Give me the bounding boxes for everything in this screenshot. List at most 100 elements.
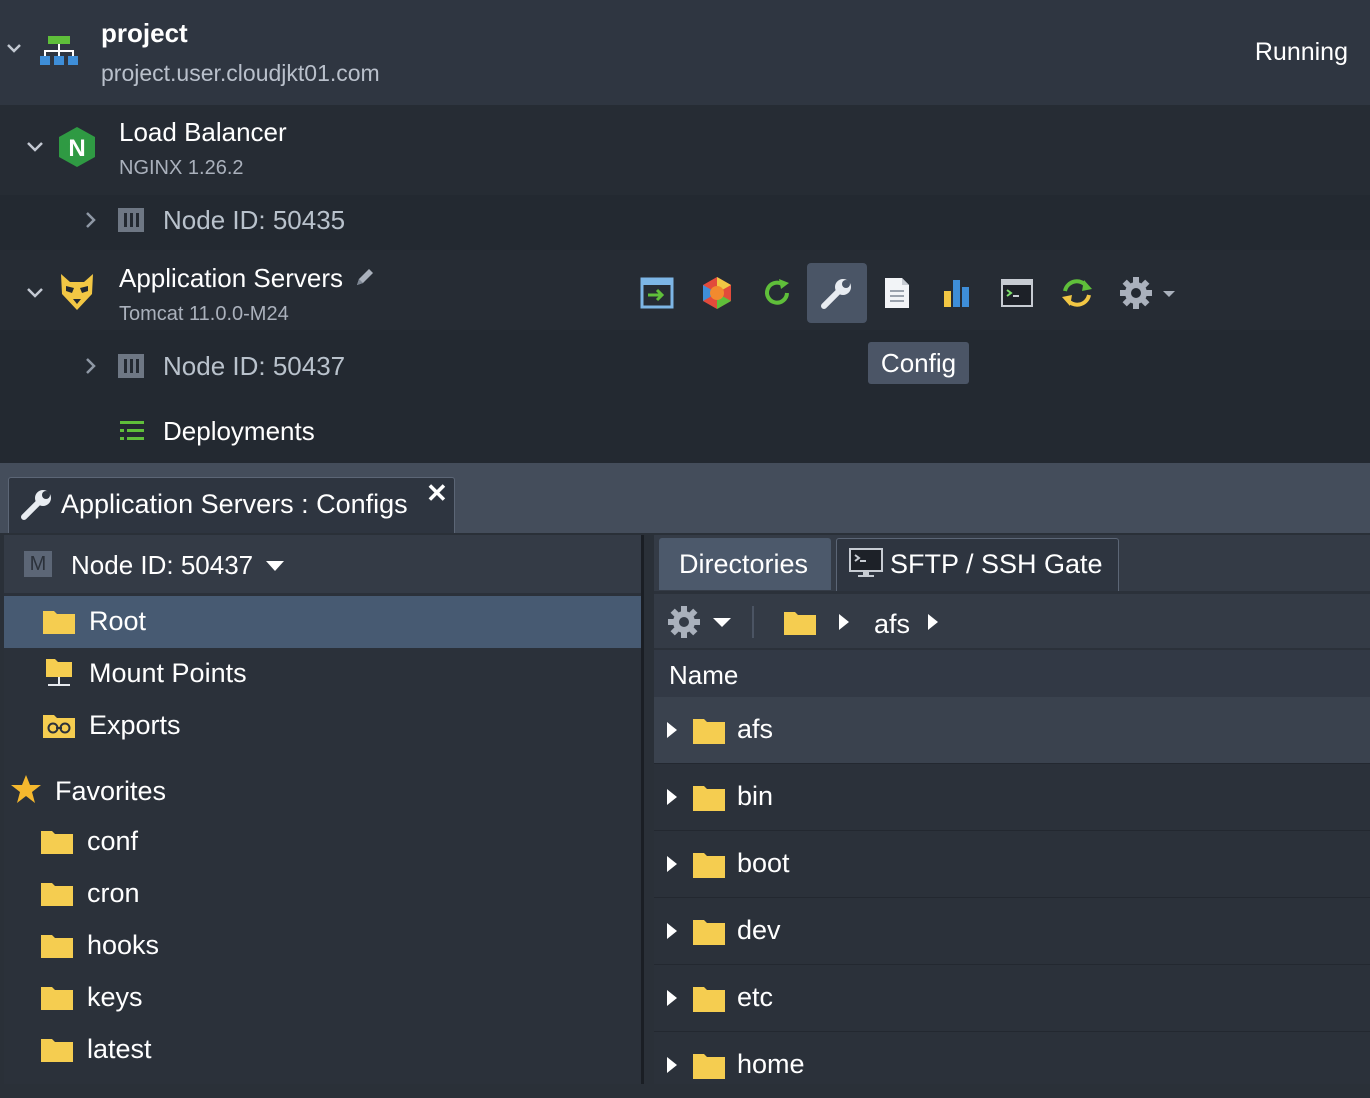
redeploy-button[interactable] xyxy=(1047,263,1107,323)
directory-row-etc[interactable]: etc xyxy=(654,965,1370,1032)
load-balancer-version: NGINX 1.26.2 xyxy=(119,157,244,179)
expand-triangle-icon[interactable] xyxy=(666,989,678,1007)
favorites-heading: Favorites xyxy=(55,776,167,806)
name-column-header[interactable] xyxy=(654,650,1370,698)
environment-domain-link[interactable]: project.user.cloudjkt01.com xyxy=(101,60,380,87)
path-root-folder-icon[interactable] xyxy=(783,608,817,636)
environment-name[interactable]: project xyxy=(101,18,188,49)
statistics-icon xyxy=(944,280,969,307)
app-servers-version: Tomcat 11.0.0-M24 xyxy=(119,303,289,325)
web-ssh-button[interactable] xyxy=(987,263,1047,323)
environment-topology-icon xyxy=(38,34,80,68)
config-button[interactable] xyxy=(807,263,867,323)
folder-icon xyxy=(693,920,725,945)
configs-panel-title: Application Servers : Configs xyxy=(61,489,408,519)
path-separator-icon[interactable] xyxy=(927,613,939,631)
mount-folder-icon xyxy=(46,659,72,686)
nginx-icon: N xyxy=(58,126,96,168)
collapse-chevron-icon[interactable] xyxy=(26,285,44,299)
restart-icon xyxy=(765,279,789,305)
deployments-link[interactable]: Deployments xyxy=(163,416,315,447)
edit-pencil-icon[interactable] xyxy=(354,266,376,288)
environment-header[interactable] xyxy=(0,0,1370,105)
node-icon xyxy=(117,353,145,379)
directory-name: afs xyxy=(737,714,774,744)
expand-triangle-icon[interactable] xyxy=(666,788,678,806)
config-tooltip: Config xyxy=(868,342,969,384)
folder-icon xyxy=(693,786,725,811)
deployments-icon xyxy=(119,420,145,442)
directory-row-home[interactable]: home xyxy=(654,1032,1370,1098)
expand-triangle-icon[interactable] xyxy=(666,855,678,873)
settings-dropdown-button[interactable] xyxy=(667,605,733,639)
app-servers-title: Application Servers xyxy=(119,263,343,293)
directory-row-dev[interactable]: dev xyxy=(654,898,1370,965)
config-wrench-icon xyxy=(821,279,851,309)
expand-triangle-icon[interactable] xyxy=(666,1056,678,1074)
log-icon xyxy=(885,278,909,308)
tree-item-mount-points[interactable]: Mount Points xyxy=(4,648,641,700)
folder-icon xyxy=(693,1054,725,1079)
load-balancer-title: Load Balancer xyxy=(119,117,287,147)
environment-status: Running xyxy=(1254,38,1348,66)
favorite-item-cron[interactable]: cron xyxy=(4,868,641,920)
directory-name: home xyxy=(737,1049,805,1079)
master-node-badge: M xyxy=(24,551,52,577)
path-segment[interactable]: afs xyxy=(874,609,910,640)
expand-chevron-icon[interactable] xyxy=(84,357,96,375)
expand-chevron-icon[interactable] xyxy=(84,211,96,229)
statistics-button[interactable] xyxy=(927,263,987,323)
export-folder-icon xyxy=(43,715,75,738)
collapse-chevron-icon[interactable] xyxy=(26,139,44,153)
collapse-chevron-icon[interactable] xyxy=(6,42,22,54)
favorite-label: keys xyxy=(87,982,143,1012)
node-selector-label[interactable]: Node ID: 50437 xyxy=(71,550,253,581)
folder-icon xyxy=(693,853,725,878)
favorite-label: hooks xyxy=(87,930,160,960)
favorite-item-latest[interactable]: latest xyxy=(4,1024,641,1076)
path-toolbar xyxy=(654,594,1370,648)
favorite-label: conf xyxy=(87,826,139,856)
settings-dropdown-button[interactable] xyxy=(1115,263,1179,323)
redeploy-icon xyxy=(1062,279,1092,307)
directory-name: boot xyxy=(737,848,790,878)
favorite-label: latest xyxy=(87,1034,152,1064)
close-icon[interactable]: ✕ xyxy=(426,478,448,509)
directory-name: etc xyxy=(737,982,774,1012)
gear-icon xyxy=(668,606,731,638)
folder-icon xyxy=(41,935,73,958)
directory-row-boot[interactable]: boot xyxy=(654,831,1370,898)
log-button[interactable] xyxy=(867,263,927,323)
tree-item-root[interactable]: Root xyxy=(4,596,641,648)
folder-icon xyxy=(693,719,725,744)
name-column-label: Name xyxy=(669,660,739,690)
directory-row-afs[interactable]: afs xyxy=(654,697,1370,764)
folder-icon xyxy=(41,883,73,906)
tree-item-label: Exports xyxy=(89,710,181,740)
tree-item-exports[interactable]: Exports xyxy=(4,700,641,752)
restart-button[interactable] xyxy=(747,263,807,323)
app-server-node-label[interactable]: Node ID: 50437 xyxy=(163,351,345,382)
folder-icon xyxy=(41,1039,73,1062)
folder-icon xyxy=(43,611,75,634)
path-separator-icon xyxy=(838,613,850,631)
favorite-item-hooks[interactable]: hooks xyxy=(4,920,641,972)
tree-item-label: Mount Points xyxy=(89,658,247,688)
expand-triangle-icon[interactable] xyxy=(666,922,678,940)
favorite-item-conf[interactable]: conf xyxy=(4,816,641,868)
folder-icon xyxy=(41,987,73,1010)
add-ons-button[interactable] xyxy=(687,263,747,323)
directory-row-bin[interactable]: bin xyxy=(654,764,1370,831)
open-in-browser-icon xyxy=(640,277,674,309)
expand-triangle-icon[interactable] xyxy=(666,721,678,739)
star-icon xyxy=(10,774,42,804)
toolbar-divider xyxy=(752,606,754,638)
web-ssh-icon xyxy=(1001,279,1033,307)
chevron-down-icon[interactable] xyxy=(265,560,285,572)
load-balancer-node-label[interactable]: Node ID: 50435 xyxy=(163,205,345,236)
open-in-browser-button[interactable] xyxy=(627,263,687,323)
folder-icon xyxy=(693,987,725,1012)
node-icon xyxy=(117,207,145,233)
add-ons-icon xyxy=(703,277,731,309)
favorite-item-keys[interactable]: keys xyxy=(4,972,641,1024)
